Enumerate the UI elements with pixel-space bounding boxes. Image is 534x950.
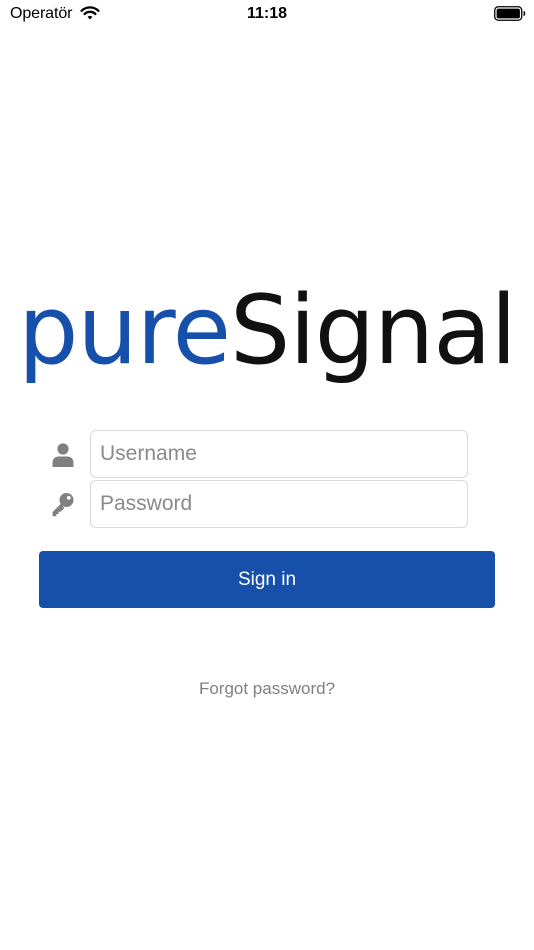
key-icon xyxy=(52,493,74,517)
sign-in-button[interactable]: Sign in xyxy=(39,551,495,608)
status-bar: Operatör 11:18 xyxy=(0,0,534,28)
battery-icon xyxy=(494,6,526,21)
username-row xyxy=(39,430,470,480)
app-logo: pureSignal xyxy=(0,276,534,386)
clock: 11:18 xyxy=(246,5,288,22)
logo-part-pure: pure xyxy=(18,276,231,386)
username-field[interactable] xyxy=(90,430,468,478)
forgot-password-link[interactable]: Forgot password? xyxy=(0,679,534,699)
logo-part-signal: Signal xyxy=(230,276,517,386)
password-field[interactable] xyxy=(90,480,468,528)
person-icon xyxy=(52,443,74,467)
password-row xyxy=(39,480,470,530)
